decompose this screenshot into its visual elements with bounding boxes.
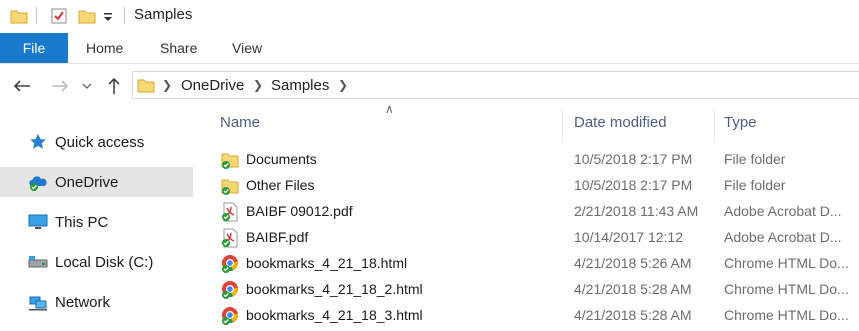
window-title: Samples	[134, 6, 193, 23]
network-icon	[28, 292, 48, 312]
file-name: Documents	[246, 151, 317, 167]
column-header-name[interactable]: Name	[220, 114, 260, 131]
nav-item-onedrive[interactable]: OneDrive	[0, 167, 193, 197]
tab-home[interactable]: Home	[86, 33, 123, 63]
file-row-bookmarks-4-21-18-2[interactable]: bookmarks_4_21_18_2.html 4/21/2018 5:28 …	[205, 277, 859, 303]
nav-item-local-disk[interactable]: Local Disk (C:)	[0, 247, 193, 277]
ribbon-tabs: File Home Share View	[0, 32, 859, 64]
file-type: Chrome HTML Do...	[724, 281, 849, 297]
title-divider	[124, 7, 125, 24]
file-type: Chrome HTML Do...	[724, 307, 849, 323]
file-row-other-files[interactable]: Other Files 10/5/2018 2:17 PM File folde…	[205, 173, 859, 199]
file-row-documents[interactable]: Documents 10/5/2018 2:17 PM File folder	[205, 147, 859, 173]
onedrive-cloud-icon	[28, 172, 48, 192]
folder-synced-icon	[220, 176, 240, 196]
customize-dropdown-icon[interactable]	[102, 6, 114, 26]
back-arrow-icon[interactable]	[12, 76, 32, 96]
file-list: ∧ Name Date modified Type Documents 10/5…	[205, 102, 859, 329]
column-divider[interactable]	[562, 110, 563, 142]
breadcrumb-chevron-icon[interactable]: ❯	[162, 78, 172, 92]
new-folder-icon[interactable]	[78, 6, 96, 26]
file-date: 4/21/2018 5:26 AM	[574, 255, 692, 271]
nav-item-label: This PC	[55, 213, 109, 231]
breadcrumb-samples[interactable]: Samples	[271, 77, 329, 94]
column-header-type[interactable]: Type	[724, 114, 757, 131]
column-divider[interactable]	[714, 110, 715, 142]
nav-item-label: Quick access	[55, 133, 145, 151]
file-name: Other Files	[246, 177, 315, 193]
column-header-date[interactable]: Date modified	[574, 114, 667, 131]
file-date: 10/14/2017 12:12	[574, 229, 683, 245]
file-type: Adobe Acrobat D...	[724, 229, 842, 245]
title-bar: Samples	[0, 0, 859, 32]
navigation-pane: Quick access OneDrive This PC Local Disk…	[0, 106, 205, 329]
file-name: BAIBF.pdf	[246, 229, 309, 245]
address-folder-icon	[137, 76, 155, 99]
qat-divider	[36, 7, 37, 24]
up-arrow-icon[interactable]	[104, 76, 124, 96]
file-type: Chrome HTML Do...	[724, 255, 849, 271]
file-type: File folder	[724, 151, 786, 167]
nav-item-label: OneDrive	[55, 173, 119, 191]
tab-share[interactable]: Share	[160, 33, 197, 63]
navigation-bar: ❯ OneDrive ❯ Samples ❯	[0, 64, 859, 106]
chrome-synced-icon	[220, 254, 240, 274]
breadcrumb-onedrive[interactable]: OneDrive	[181, 77, 244, 94]
file-row-bookmarks-4-21-18[interactable]: bookmarks_4_21_18.html 4/21/2018 5:26 AM…	[205, 251, 859, 277]
nav-item-label: Network	[55, 293, 111, 311]
computer-icon	[28, 212, 48, 232]
file-row-bookmarks-4-21-18-3[interactable]: bookmarks_4_21_18_3.html 4/21/2018 5:28 …	[205, 303, 859, 329]
file-type: File folder	[724, 177, 786, 193]
address-bar[interactable]: ❯ OneDrive ❯ Samples ❯	[132, 71, 859, 99]
file-date: 4/21/2018 5:28 AM	[574, 281, 692, 297]
file-name: bookmarks_4_21_18_3.html	[246, 307, 423, 323]
nav-item-label: Local Disk (C:)	[55, 253, 154, 271]
file-type: Adobe Acrobat D...	[724, 203, 842, 219]
chrome-synced-icon	[220, 280, 240, 300]
file-row-baibf-09012-pdf[interactable]: BAIBF 09012.pdf 2/21/2018 11:43 AM Adobe…	[205, 199, 859, 225]
file-name: BAIBF 09012.pdf	[246, 203, 353, 219]
breadcrumb-chevron-icon[interactable]: ❯	[338, 78, 348, 92]
drive-icon	[28, 252, 48, 272]
file-name: bookmarks_4_21_18_2.html	[246, 281, 423, 297]
recent-locations-chevron-icon[interactable]	[80, 76, 94, 96]
file-row-baibf-pdf[interactable]: BAIBF.pdf 10/14/2017 12:12 Adobe Acrobat…	[205, 225, 859, 251]
tab-view[interactable]: View	[232, 33, 262, 63]
file-date: 4/21/2018 5:28 AM	[574, 307, 692, 323]
sort-ascending-icon: ∧	[385, 102, 394, 116]
breadcrumb-chevron-icon[interactable]: ❯	[253, 78, 263, 92]
nav-item-this-pc[interactable]: This PC	[0, 207, 193, 237]
file-date: 2/21/2018 11:43 AM	[574, 203, 699, 219]
nav-item-network[interactable]: Network	[0, 287, 193, 317]
chrome-synced-icon	[220, 306, 240, 326]
tab-file[interactable]: File	[0, 33, 68, 63]
folder-synced-icon	[220, 150, 240, 170]
file-date: 10/5/2018 2:17 PM	[574, 177, 693, 193]
pdf-synced-icon	[220, 202, 240, 222]
star-icon	[28, 132, 48, 152]
file-date: 10/5/2018 2:17 PM	[574, 151, 693, 167]
pdf-synced-icon	[220, 228, 240, 248]
forward-arrow-icon[interactable]	[50, 76, 70, 96]
properties-check-icon[interactable]	[50, 6, 68, 26]
folder-icon[interactable]	[10, 6, 28, 26]
nav-item-quick-access[interactable]: Quick access	[0, 127, 193, 157]
file-name: bookmarks_4_21_18.html	[246, 255, 408, 271]
